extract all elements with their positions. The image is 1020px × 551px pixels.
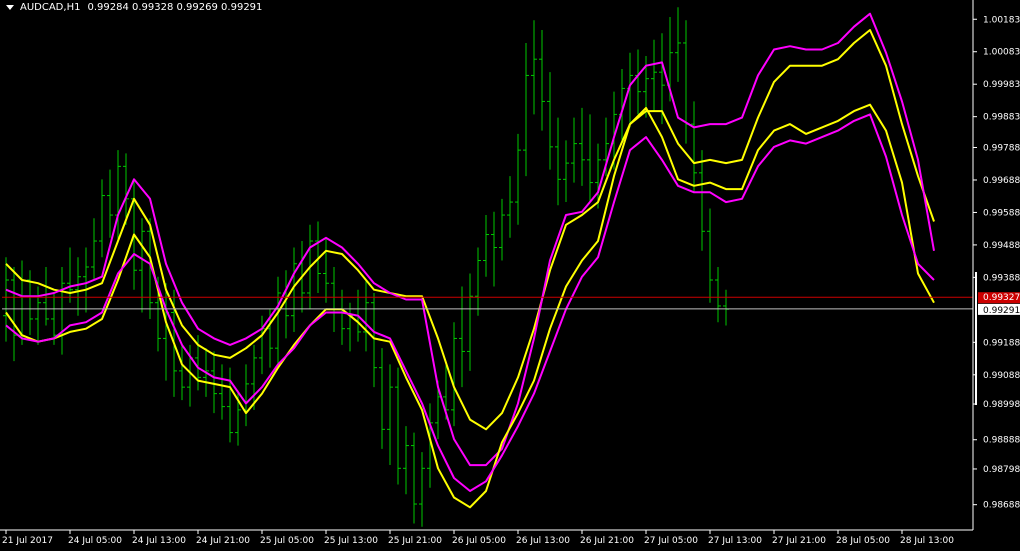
ohlc-bar [475,247,481,316]
x-tick-label: 21 Jul 2017 [2,536,53,546]
ohlc-bar [531,20,537,115]
ohlc-bar [507,176,513,238]
price-lines-layer [2,296,973,310]
ohlc-bar [411,432,417,524]
ohlc-bar [563,140,569,203]
ohlc-bar [715,267,721,323]
x-tick-label: 25 Jul 13:00 [324,536,378,546]
x-tick-label: 26 Jul 05:00 [452,536,506,546]
ohlc-bar [243,364,249,427]
x-tick-label: 28 Jul 13:00 [900,536,954,546]
ohlc-bar [555,117,561,206]
ohlc-bar [115,150,121,242]
ohlc-bar [379,348,385,449]
ohlc-bar [67,247,73,303]
ohlc-bar [75,257,81,316]
ohlc-bar [43,267,49,326]
ohlc-bar [675,7,681,82]
y-tick-label: 0.99788 [983,144,1020,154]
y-tick-label: 0.98888 [983,436,1020,446]
ohlc-bar [547,72,553,170]
series-line-upper-slow [5,12,935,467]
ohlc-bar [139,218,145,313]
ohlc-bar [323,237,329,303]
ohlc-bar [387,364,393,466]
x-tick-label: 24 Jul 05:00 [68,536,122,546]
ohlc-bar [483,215,489,277]
y-tick-label: 0.98998 [983,400,1020,410]
ohlc-bar [91,218,97,280]
y-tick-label: 0.98798 [983,465,1020,475]
ohlc-bar [515,133,521,225]
x-tick-label: 26 Jul 13:00 [516,536,570,546]
x-tick-label: 25 Jul 05:00 [260,536,314,546]
y-tick-label: 0.99588 [983,208,1020,218]
ohlc-bar [163,283,169,381]
ohlc-bar [339,289,345,345]
ohlc-bar [491,211,497,287]
y-tick-label: 0.99388 [983,273,1020,283]
ohlc-bar [571,117,577,183]
ohlc-bar [83,247,89,313]
ohlc-bar [395,367,401,485]
ohlc-bar [699,150,705,251]
ohlc-bar [707,208,713,303]
ohlc-bar [59,267,65,355]
y-tick-label: 0.99983 [983,80,1020,90]
ohlc-bar [419,452,425,527]
y-tick-label: 0.99883 [983,113,1020,123]
ohlc-bar [11,267,17,362]
ohlc-bar [107,169,113,238]
x-tick-label: 27 Jul 05:00 [644,536,698,546]
price-chart[interactable]: AUDCAD,H1 0.99284 0.99328 0.99269 0.9929… [0,0,1020,551]
ohlc-bar [651,39,657,112]
ohlc-bar [635,49,641,115]
x-tick-label: 25 Jul 21:00 [388,536,442,546]
ohlc-bar [403,426,409,495]
ohlc-bar [683,20,689,144]
ohlc-bar [363,279,369,352]
ohlc-bar [27,270,33,336]
x-tick-label: 27 Jul 21:00 [772,536,826,546]
ohlc-bar [331,267,337,332]
ohlc-bar [499,198,505,261]
ohlc-bar [227,367,233,443]
ohlc-bar [467,273,473,371]
y-tick-label: 0.99488 [983,241,1020,251]
ohlc-bar [211,351,217,414]
ohlc-bar [179,344,185,401]
x-tick-label: 26 Jul 21:00 [580,536,634,546]
ohlc-bar [371,292,377,388]
bid-price-label: 0.99291 [983,306,1020,316]
ohlc-bar [275,276,281,365]
ohlc-bar [451,322,457,427]
ohlc-bar [219,364,225,420]
candles-layer [3,7,729,527]
y-tick-label: 0.99688 [983,176,1020,186]
y-tick-label: 1.00083 [983,48,1020,58]
ohlc-bar [587,114,593,203]
y-tick-label: 1.00183 [983,15,1020,25]
ohlc-bar [539,29,545,131]
ohlc-bar [723,289,729,326]
ohlc-bar [459,286,465,388]
x-tick-label: 28 Jul 05:00 [836,536,890,546]
ohlc-bar [3,257,9,342]
ohlc-bar [99,179,105,258]
indicator-lines-layer [5,12,935,509]
ohlc-bar [523,42,529,177]
x-tick-label: 27 Jul 13:00 [708,536,762,546]
chart-canvas[interactable]: 1.00183 1.00083 0.99983 0.99883 0.99788 0.996… [0,0,1020,551]
ask-price-label: 0.99327 [983,293,1020,303]
y-tick-label: 0.99088 [983,371,1020,381]
x-tick-label: 24 Jul 21:00 [196,536,250,546]
ohlc-bar [347,302,353,352]
ohlc-bar [691,101,697,193]
y-tick-label: 0.99188 [983,338,1020,348]
x-tick-label: 24 Jul 13:00 [132,536,186,546]
ohlc-bar [579,107,585,186]
y-tick-label: 0.98688 [983,501,1020,511]
